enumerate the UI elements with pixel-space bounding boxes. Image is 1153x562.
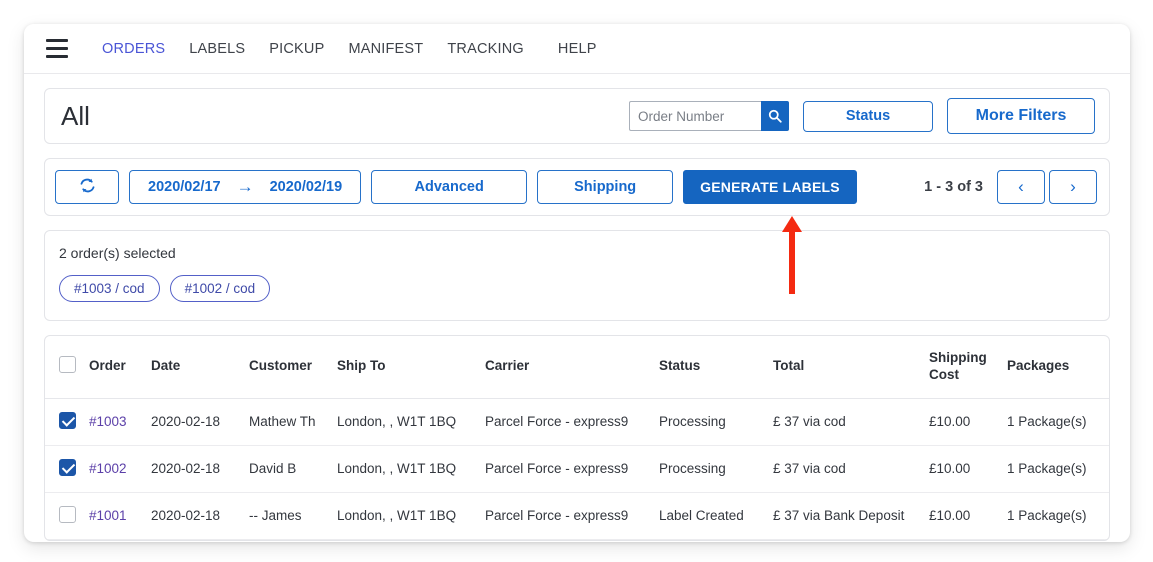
table-row[interactable]: #1002 2020-02-18 David B London, , W1T 1…	[45, 445, 1109, 493]
more-filters-button[interactable]: More Filters	[947, 98, 1095, 134]
nav-item-tracking[interactable]: TRACKING	[435, 35, 536, 63]
cell-ship-to: London, , W1T 1BQ	[337, 492, 485, 540]
pagination-info: 1 - 3 of 3	[924, 179, 983, 195]
cell-shipping-cost: £10.00	[929, 445, 1007, 493]
selected-order-chips: #1003 / cod #1002 / cod	[59, 275, 1095, 302]
refresh-icon	[79, 177, 96, 198]
cell-customer: Mathew Th	[249, 398, 337, 446]
nav-item-orders[interactable]: ORDERS	[90, 35, 177, 63]
column-header-shipping-cost[interactable]: Shipping Cost	[929, 336, 1007, 399]
hamburger-menu-icon[interactable]	[40, 32, 74, 66]
advanced-button[interactable]: Advanced	[371, 170, 528, 204]
cell-customer: -- James	[249, 492, 337, 540]
order-link[interactable]: #1001	[89, 508, 127, 523]
order-link[interactable]: #1003	[89, 414, 127, 429]
select-all-header	[45, 336, 89, 399]
order-chip[interactable]: #1002 / cod	[169, 275, 271, 302]
date-to: 2020/02/19	[269, 179, 343, 195]
row-checkbox[interactable]	[59, 458, 76, 476]
date-from: 2020/02/17	[148, 179, 221, 195]
row-select-cell	[45, 398, 89, 446]
nav-item-manifest[interactable]: MANIFEST	[336, 35, 435, 63]
cell-packages: 1 Package(s)	[1007, 492, 1109, 540]
orders-table: Order Date Customer Ship To Carrier Stat…	[45, 336, 1109, 540]
column-header-order[interactable]: Order	[89, 336, 151, 399]
order-link[interactable]: #1002	[89, 461, 127, 476]
app-window: ORDERS LABELS PICKUP MANIFEST TRACKING H…	[24, 24, 1130, 542]
cell-date: 2020-02-18	[151, 492, 249, 540]
column-header-date[interactable]: Date	[151, 336, 249, 399]
cell-status: Processing	[659, 398, 773, 446]
column-header-customer[interactable]: Customer	[249, 336, 337, 399]
hamburger-bar	[46, 47, 68, 50]
cell-date: 2020-02-18	[151, 398, 249, 446]
top-navbar: ORDERS LABELS PICKUP MANIFEST TRACKING H…	[24, 24, 1130, 74]
prev-page-button[interactable]: ‹	[997, 170, 1045, 204]
date-range-picker[interactable]: 2020/02/17 → 2020/02/19	[129, 170, 362, 204]
table-row[interactable]: #1003 2020-02-18 Mathew Th London, , W1T…	[45, 398, 1109, 446]
header-panel: All Status More Filters	[44, 88, 1110, 144]
nav-item-help[interactable]: HELP	[546, 35, 609, 63]
cell-shipping-cost: £10.00	[929, 492, 1007, 540]
cell-carrier: Parcel Force - express9	[485, 398, 659, 446]
cell-status: Label Created	[659, 492, 773, 540]
status-filter-button[interactable]: Status	[803, 100, 933, 132]
nav-item-pickup[interactable]: PICKUP	[257, 35, 336, 63]
hamburger-bar	[46, 39, 68, 43]
shipping-button[interactable]: Shipping	[537, 170, 674, 204]
select-all-checkbox[interactable]	[59, 355, 76, 373]
cell-order: #1003	[89, 398, 151, 446]
next-page-button[interactable]: ›	[1049, 170, 1097, 204]
cell-ship-to: London, , W1T 1BQ	[337, 445, 485, 493]
cell-ship-to: London, , W1T 1BQ	[337, 398, 485, 446]
date-range-arrow-icon: →	[236, 177, 254, 196]
orders-table-head: Order Date Customer Ship To Carrier Stat…	[45, 336, 1109, 399]
order-search	[629, 101, 789, 131]
table-header-row: Order Date Customer Ship To Carrier Stat…	[45, 336, 1109, 399]
orders-table-body: #1003 2020-02-18 Mathew Th London, , W1T…	[45, 398, 1109, 540]
selection-summary: 2 order(s) selected	[59, 245, 176, 261]
row-checkbox[interactable]	[59, 505, 76, 523]
column-header-carrier[interactable]: Carrier	[485, 336, 659, 399]
orders-table-panel: Order Date Customer Ship To Carrier Stat…	[44, 335, 1110, 541]
search-input[interactable]	[629, 101, 761, 131]
column-header-total[interactable]: Total	[773, 336, 929, 399]
generate-labels-button[interactable]: GENERATE LABELS	[683, 170, 857, 204]
cell-shipping-cost: £10.00	[929, 398, 1007, 446]
nav-item-labels[interactable]: LABELS	[177, 35, 257, 63]
cell-date: 2020-02-18	[151, 445, 249, 493]
nav-links: ORDERS LABELS PICKUP MANIFEST TRACKING H…	[90, 35, 609, 63]
cell-order: #1002	[89, 445, 151, 493]
cell-total: £ 37 via Bank Deposit	[773, 492, 929, 540]
selection-panel: 2 order(s) selected #1003 / cod #1002 / …	[44, 230, 1110, 321]
cell-order: #1001	[89, 492, 151, 540]
page-title: All	[61, 100, 90, 131]
column-header-status[interactable]: Status	[659, 336, 773, 399]
toolbar-panel: 2020/02/17 → 2020/02/19 Advanced Shippin…	[44, 158, 1110, 216]
cell-packages: 1 Package(s)	[1007, 445, 1109, 493]
cell-status: Processing	[659, 445, 773, 493]
row-select-cell	[45, 492, 89, 540]
cell-carrier: Parcel Force - express9	[485, 492, 659, 540]
cell-customer: David B	[249, 445, 337, 493]
table-row[interactable]: #1001 2020-02-18 -- James London, , W1T …	[45, 492, 1109, 540]
column-header-ship-to[interactable]: Ship To	[337, 336, 485, 399]
search-icon[interactable]	[761, 101, 789, 131]
cell-carrier: Parcel Force - express9	[485, 445, 659, 493]
cell-total: £ 37 via cod	[773, 445, 929, 493]
column-header-packages[interactable]: Packages	[1007, 336, 1109, 399]
refresh-button[interactable]	[55, 170, 119, 204]
row-select-cell	[45, 445, 89, 493]
order-chip[interactable]: #1003 / cod	[59, 275, 160, 302]
cell-total: £ 37 via cod	[773, 398, 929, 446]
hamburger-bar	[46, 54, 68, 58]
row-checkbox[interactable]	[59, 411, 76, 429]
cell-packages: 1 Package(s)	[1007, 398, 1109, 446]
